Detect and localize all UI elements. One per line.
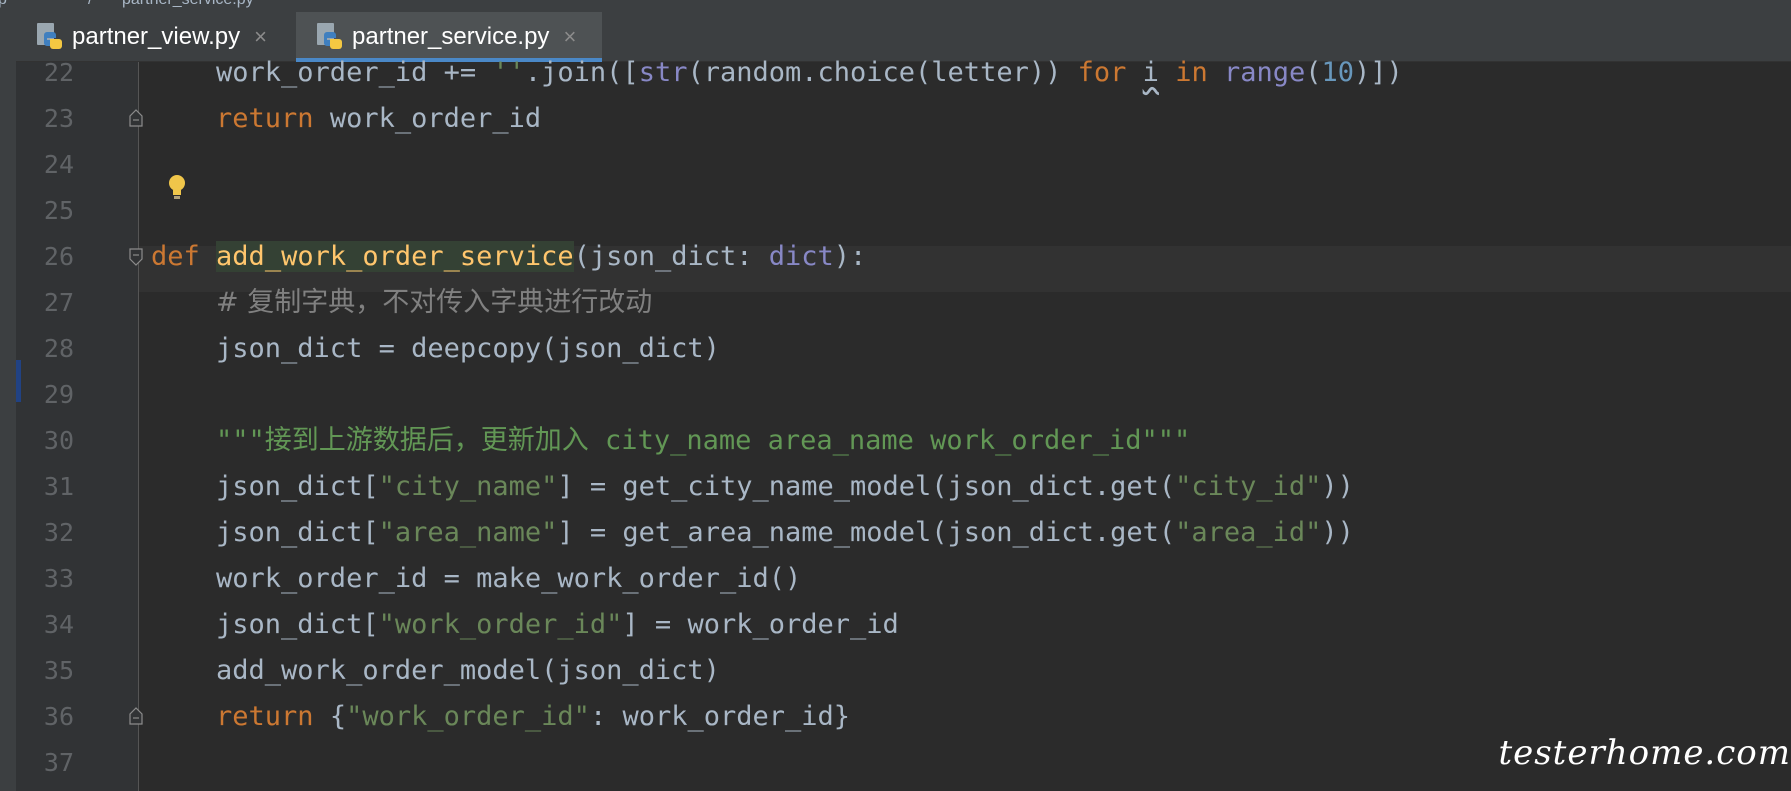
line-number: 27 [43,288,74,317]
tab-label: partner_view.py [72,23,241,50]
close-icon[interactable]: × [563,24,576,50]
close-icon[interactable]: × [254,24,267,50]
fold-end-icon[interactable] [129,707,143,725]
line-number: 26 [43,242,74,271]
breadcrumb: p / partner_service.py [0,0,1791,12]
code-line-27: # 复制字典，不对传入字典进行改动 [216,287,653,318]
code-line-34: json_dict["work_order_id"] = work_order_… [151,609,899,640]
line-number: 37 [43,748,74,777]
line-number: 32 [43,518,74,547]
line-number: 35 [43,656,74,685]
tab-label: partner_service.py [352,23,550,50]
python-file-icon [317,23,342,49]
breadcrumb-folder[interactable]: p [0,0,7,9]
line-number: 29 [43,380,74,409]
gutter-divider [138,62,139,791]
python-file-icon [37,23,62,49]
line-number: 25 [43,196,74,225]
line-number: 22 [43,58,74,87]
code-line-30: """接到上游数据后，更新加入 city_name area_name work… [216,425,1191,456]
line-number: 23 [43,104,74,133]
breadcrumb-file[interactable]: partner_service.py [122,0,254,9]
code-editor[interactable]: 22 23 24 25 26 27 28 29 30 31 32 33 34 3… [16,57,1791,791]
side-panel-edge [0,12,16,791]
code-line-26: def add_work_order_service(json_dict: di… [151,241,867,272]
code-line-22: work_order_id += ''.join([str(random.cho… [151,57,1403,88]
change-marker [16,360,21,402]
line-number: 33 [43,564,74,593]
code-line-28: json_dict = deepcopy(json_dict) [151,333,720,364]
line-number: 36 [43,702,74,731]
line-number: 34 [43,610,74,639]
code-line-36: return {"work_order_id": work_order_id} [216,701,851,732]
fold-end-icon[interactable] [129,109,143,127]
code-line-35: add_work_order_model(json_dict) [151,655,720,686]
line-number: 28 [43,334,74,363]
fold-start-icon[interactable] [129,248,143,266]
lightbulb-icon[interactable] [167,174,187,200]
code-line-23: return work_order_id [216,103,542,134]
code-line-31: json_dict["city_name"] = get_city_name_m… [151,471,1354,502]
line-number: 30 [43,426,74,455]
code-line-32: json_dict["area_name"] = get_area_name_m… [151,517,1354,548]
watermark: testerhome.com [1498,733,1791,773]
breadcrumb-separator: / [88,0,92,9]
line-number: 24 [43,150,74,179]
code-line-33: work_order_id = make_work_order_id() [151,563,802,594]
line-number: 31 [43,472,74,501]
